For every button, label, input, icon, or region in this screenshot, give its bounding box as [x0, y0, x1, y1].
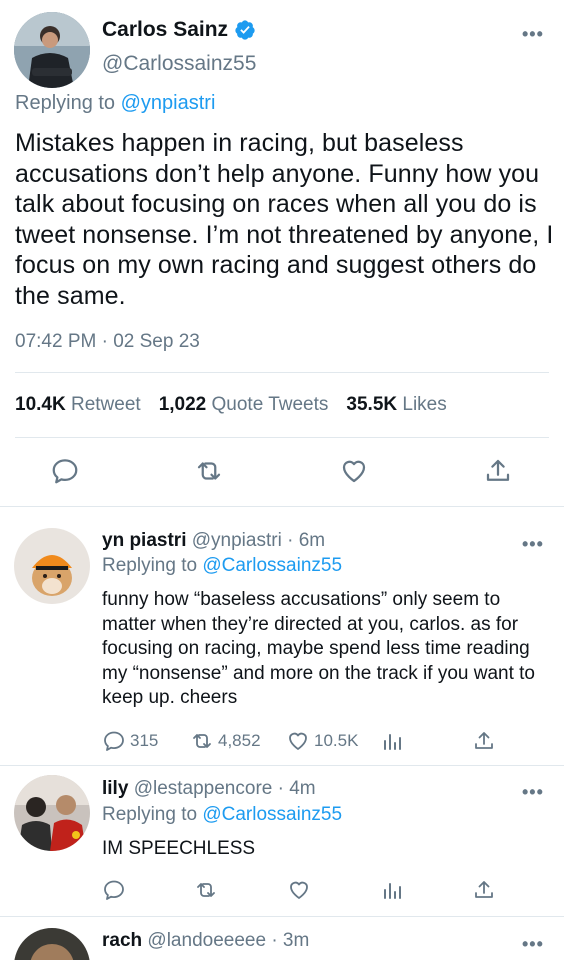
quotes-stat[interactable]: 1,022 Quote Tweets [159, 394, 329, 416]
reply-avatar[interactable] [14, 775, 90, 851]
replying-to: Replying to @Carlossainz55 [102, 555, 342, 577]
reply-author-handle[interactable]: @landoeeeee [147, 930, 266, 951]
reply-text: IM SPEECHLESS [102, 838, 256, 859]
retweet-action[interactable] [194, 878, 218, 902]
more-icon[interactable]: ••• [522, 934, 544, 955]
main-tweet: Carlos Sainz @Carlossainz55 ••• Replying… [0, 0, 564, 506]
like-action[interactable]: 10.5K [286, 729, 358, 753]
tweet-stats: 10.4K Retweet 1,022 Quote Tweets 35.5K L… [15, 394, 447, 416]
replying-to: Replying to @Carlossainz55 [102, 804, 342, 826]
more-icon[interactable]: ••• [522, 782, 544, 803]
author-name[interactable]: Carlos Sainz [102, 18, 256, 42]
like-icon [289, 732, 307, 750]
author-handle[interactable]: @Carlossainz55 [102, 52, 256, 76]
reply-header: lily @lestappencore · 4m [102, 778, 316, 800]
quotes-label: Quote Tweets [211, 394, 329, 415]
reply-count: 315 [130, 731, 159, 750]
replying-to-link[interactable]: @ynpiastri [121, 92, 216, 114]
like-action[interactable] [287, 878, 311, 902]
likes-label: Likes [402, 394, 447, 415]
retweets-count: 10.4K [15, 394, 66, 415]
reply-tweet[interactable]: rach @landoeeeee · 3m ••• [0, 916, 564, 960]
retweet-icon [193, 734, 211, 748]
replying-to-link[interactable]: @Carlossainz55 [202, 804, 342, 825]
reply-text: funny how “baseless accusations” only se… [102, 589, 535, 708]
like-count: 10.5K [314, 731, 359, 750]
reply-tweet[interactable]: yn piastri @ynpiastri · 6m ••• Replying … [0, 506, 564, 765]
reply-header: yn piastri @ynpiastri · 6m [102, 530, 325, 552]
retweet-icon[interactable] [194, 456, 224, 486]
reply-tweet[interactable]: lily @lestappencore · 4m ••• Replying to… [0, 765, 564, 916]
reply-actions: 315 4,852 10.5K [102, 729, 542, 757]
tweet-actions [0, 456, 564, 490]
divider [15, 372, 549, 373]
reply-avatar[interactable] [14, 928, 90, 960]
reply-icon [104, 731, 124, 751]
replying-prefix: Replying to [102, 804, 198, 825]
replying-prefix: Replying to [15, 92, 116, 114]
reply-time[interactable]: · 3m [271, 930, 309, 951]
reply-time[interactable]: · 4m [278, 778, 316, 799]
share-icon[interactable] [483, 456, 513, 486]
reply-author-handle[interactable]: @lestappencore [134, 778, 273, 799]
share-icon [475, 732, 493, 749]
analytics-icon [384, 883, 401, 899]
verified-badge-icon [235, 20, 255, 40]
reply-actions [102, 878, 542, 906]
retweets-label: Retweet [70, 394, 141, 415]
reply-author-name[interactable]: yn piastri [102, 530, 186, 551]
reply-author-name[interactable]: rach [102, 930, 142, 951]
more-icon[interactable]: ••• [522, 534, 544, 555]
author-avatar[interactable] [14, 12, 90, 88]
reply-action[interactable] [102, 878, 126, 902]
likes-stat[interactable]: 35.5K Likes [346, 394, 446, 416]
reply-avatar[interactable] [14, 528, 90, 604]
more-icon[interactable]: ••• [522, 24, 544, 45]
tweet-timestamp[interactable]: 07:42 PM · 02 Sep 23 [15, 331, 200, 353]
reply-icon[interactable] [50, 456, 80, 486]
reply-author-name[interactable]: lily [102, 778, 128, 799]
replying-to-link[interactable]: @Carlossainz55 [202, 555, 342, 576]
reply-action[interactable]: 315 [102, 729, 158, 753]
retweets-stat[interactable]: 10.4K Retweet [15, 394, 141, 416]
share-action[interactable] [472, 878, 496, 902]
author-name-text[interactable]: Carlos Sainz [102, 18, 228, 42]
retweet-icon [197, 883, 215, 897]
replying-to: Replying to @ynpiastri [15, 92, 215, 115]
reply-time[interactable]: · 6m [287, 530, 325, 551]
analytics-icon [384, 734, 401, 750]
like-icon [290, 881, 308, 899]
quotes-count: 1,022 [158, 394, 207, 415]
divider [15, 437, 549, 438]
reply-header: rach @landoeeeee · 3m [102, 930, 309, 952]
analytics-action[interactable] [380, 878, 404, 902]
analytics-action[interactable] [380, 729, 404, 753]
reply-icon [104, 880, 124, 900]
likes-count: 35.5K [346, 394, 398, 415]
like-icon[interactable] [339, 456, 369, 486]
tweet-text: Mistakes happen in racing, but baseless … [15, 129, 554, 310]
replying-prefix: Replying to [102, 555, 198, 576]
share-action[interactable] [472, 729, 496, 753]
retweet-action[interactable]: 4,852 [190, 729, 261, 753]
reply-author-handle[interactable]: @ynpiastri [192, 530, 282, 551]
retweet-count: 4,852 [218, 731, 261, 750]
share-icon [475, 881, 493, 898]
